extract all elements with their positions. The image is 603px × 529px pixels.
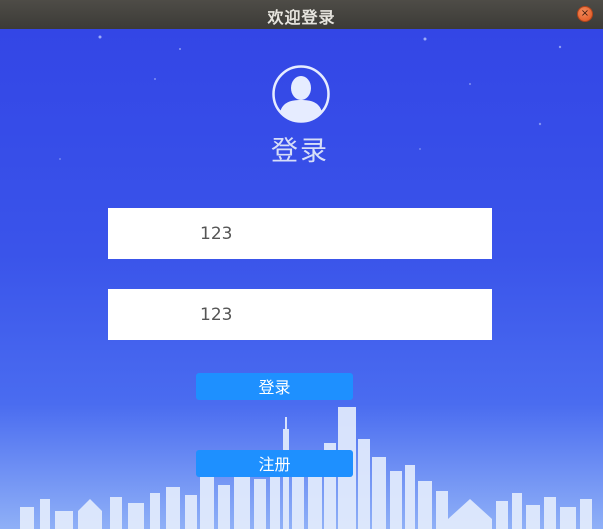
password-field[interactable] bbox=[108, 289, 492, 340]
register-button[interactable]: 注册 bbox=[196, 450, 353, 477]
close-button[interactable]: × bbox=[577, 6, 593, 22]
close-icon: × bbox=[580, 8, 590, 19]
page-title: 登录 bbox=[271, 136, 329, 167]
login-panel: 登录 登录 注册 bbox=[0, 29, 603, 529]
login-button[interactable]: 登录 bbox=[196, 373, 353, 400]
username-field[interactable] bbox=[108, 208, 492, 259]
login-window: 欢迎登录 × 登录 123 123 登录 注册 bbox=[0, 0, 603, 529]
title-bar: 欢迎登录 × bbox=[0, 0, 603, 29]
user-avatar-icon bbox=[272, 65, 330, 123]
window-title: 欢迎登录 bbox=[267, 8, 336, 27]
